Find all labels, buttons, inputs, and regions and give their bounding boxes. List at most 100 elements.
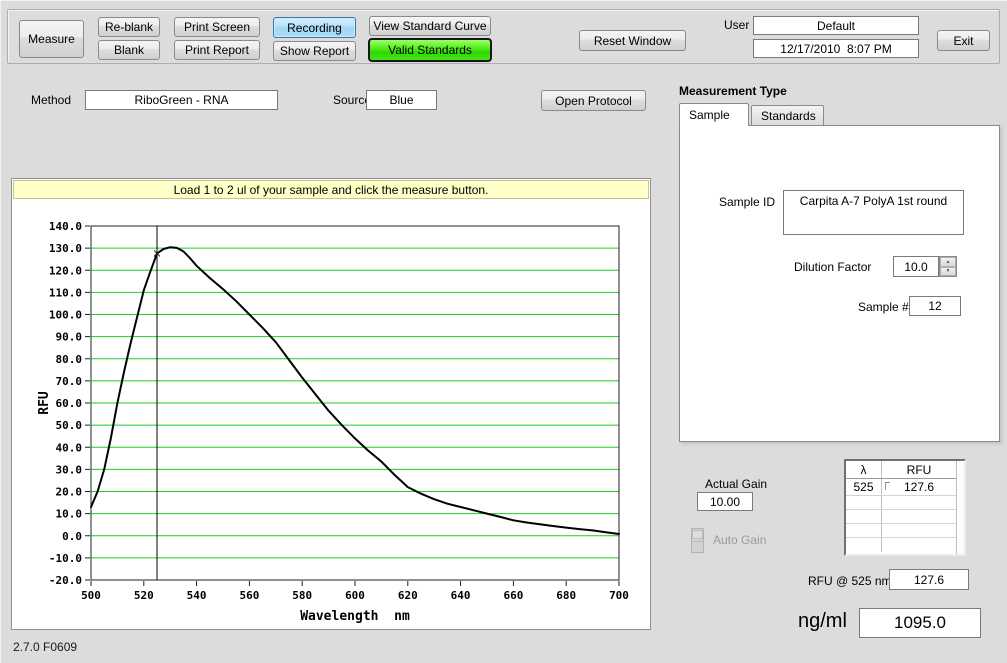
spectrum-chart[interactable]: 140.0 130.0 120.0 110.0 100.0 90.0 80.0 70.0 60.… <box>12 199 650 629</box>
dilution-factor-label: Dilution Factor <box>794 260 871 274</box>
svg-text:580: 580 <box>292 589 312 602</box>
table-row[interactable]: 525 127.6 <box>846 479 956 496</box>
lambda-cell <box>846 496 882 509</box>
svg-text:60.0: 60.0 <box>56 397 83 410</box>
svg-text:0.0: 0.0 <box>62 530 82 543</box>
svg-text:RFU: RFU <box>37 391 52 415</box>
actual-gain-label: Actual Gain <box>705 477 767 491</box>
svg-text:680: 680 <box>556 589 576 602</box>
measurement-type-title: Measurement Type <box>679 84 787 98</box>
rfu-readout-label: RFU @ 525 nm <box>808 574 892 588</box>
lambda-cell <box>846 538 882 552</box>
svg-text:80.0: 80.0 <box>56 353 83 366</box>
svg-text:10.0: 10.0 <box>56 508 83 521</box>
table-row[interactable] <box>846 496 956 510</box>
rfu-cell-value: 127.6 <box>904 480 934 494</box>
spinner-down-icon[interactable]: ▼ <box>940 267 956 277</box>
dilution-factor-field[interactable]: 10.0 <box>893 256 939 277</box>
valid-standards-indicator: Valid Standards <box>368 38 492 62</box>
auto-gain-toggle-track <box>692 541 703 542</box>
svg-text:600: 600 <box>345 589 365 602</box>
wavelength-rfu-table[interactable]: λ RFU 525 127.6 <box>844 459 966 556</box>
chart-container: Load 1 to 2 ul of your sample and click … <box>11 178 651 630</box>
sample-tab-panel <box>679 125 1000 442</box>
blank-button[interactable]: Blank <box>98 40 160 60</box>
table-body: λ RFU 525 127.6 <box>846 461 956 554</box>
sample-id-label: Sample ID <box>719 195 775 209</box>
method-label: Method <box>31 93 71 107</box>
lambda-cell <box>846 524 882 537</box>
rfu-cell <box>882 524 956 537</box>
method-field[interactable]: RiboGreen - RNA <box>85 90 278 110</box>
svg-text:30.0: 30.0 <box>56 463 83 476</box>
svg-text:120.0: 120.0 <box>49 264 82 277</box>
print-report-button[interactable]: Print Report <box>174 40 260 60</box>
datetime-field: 12/17/2010 8:07 PM <box>753 39 919 58</box>
svg-text:90.0: 90.0 <box>56 331 83 344</box>
lambda-cell[interactable]: 525 <box>846 479 882 495</box>
sample-number-label: Sample # <box>858 300 909 314</box>
actual-gain-field: 10.00 <box>697 492 753 511</box>
version-text: 2.7.0 F0609 <box>13 640 77 654</box>
svg-text:-10.0: -10.0 <box>49 552 82 565</box>
svg-text:500: 500 <box>81 589 101 602</box>
svg-text:20.0: 20.0 <box>56 486 83 499</box>
exit-button[interactable]: Exit <box>937 30 990 51</box>
tab-sample[interactable]: Sample <box>679 103 749 126</box>
svg-text:40.0: 40.0 <box>56 441 83 454</box>
svg-text:660: 660 <box>503 589 523 602</box>
svg-text:Wavelength nm: Wavelength nm <box>300 609 410 624</box>
rfu-cell <box>882 496 956 509</box>
rfu-cell <box>882 538 956 552</box>
reset-window-button[interactable]: Reset Window <box>579 30 686 51</box>
recording-button[interactable]: Recording <box>273 17 356 38</box>
rfu-column-header: RFU <box>882 461 956 478</box>
svg-text:540: 540 <box>187 589 207 602</box>
svg-text:520: 520 <box>134 589 154 602</box>
table-row[interactable] <box>846 538 956 552</box>
svg-text:560: 560 <box>239 589 259 602</box>
show-report-button[interactable]: Show Report <box>273 41 356 61</box>
tab-standards[interactable]: Standards <box>751 105 824 126</box>
sample-number-field[interactable]: 12 <box>909 296 961 316</box>
user-field[interactable]: Default <box>753 16 919 35</box>
auto-gain-toggle-handle[interactable] <box>692 530 703 539</box>
svg-text:700: 700 <box>609 589 629 602</box>
user-label: User <box>724 18 749 32</box>
svg-text:-20.0: -20.0 <box>49 574 82 587</box>
cell-cursor-mark <box>885 482 890 490</box>
dilution-factor-stepper[interactable]: ▲ ▼ <box>939 256 957 277</box>
print-screen-button[interactable]: Print Screen <box>174 17 260 37</box>
instruction-banner: Load 1 to 2 ul of your sample and click … <box>13 180 649 199</box>
open-protocol-button[interactable]: Open Protocol <box>541 90 646 111</box>
app-window: Measure Re-blank Blank Print Screen Prin… <box>0 0 1007 663</box>
svg-text:100.0: 100.0 <box>49 309 82 322</box>
measure-button[interactable]: Measure <box>19 20 84 58</box>
source-field: Blue <box>366 90 437 110</box>
spinner-up-icon[interactable]: ▲ <box>940 257 956 267</box>
ngml-label: ng/ml <box>798 610 847 633</box>
svg-text:70.0: 70.0 <box>56 375 83 388</box>
rfu-cell[interactable]: 127.6 <box>882 479 956 495</box>
svg-text:50.0: 50.0 <box>56 419 83 432</box>
svg-text:620: 620 <box>398 589 418 602</box>
auto-gain-toggle[interactable] <box>691 528 704 553</box>
lambda-column-header: λ <box>846 461 882 478</box>
table-row[interactable] <box>846 524 956 538</box>
sample-id-field[interactable]: Carpita A-7 PolyA 1st round <box>783 190 964 235</box>
table-header-row: λ RFU <box>846 461 956 479</box>
table-row[interactable] <box>846 510 956 524</box>
svg-text:110.0: 110.0 <box>49 286 82 299</box>
toolbar-panel: Measure Re-blank Blank Print Screen Prin… <box>7 9 1000 64</box>
rfu-readout-field: 127.6 <box>889 569 969 590</box>
ngml-readout-field: 1095.0 <box>859 608 981 638</box>
svg-text:140.0: 140.0 <box>49 220 82 233</box>
rfu-cell <box>882 510 956 523</box>
reblank-button[interactable]: Re-blank <box>98 17 160 37</box>
auto-gain-label: Auto Gain <box>713 533 766 547</box>
lambda-cell <box>846 510 882 523</box>
view-standard-curve-button[interactable]: View Standard Curve <box>369 16 491 36</box>
svg-text:130.0: 130.0 <box>49 242 82 255</box>
svg-text:640: 640 <box>451 589 471 602</box>
table-scrollbar-gutter[interactable] <box>956 461 964 554</box>
